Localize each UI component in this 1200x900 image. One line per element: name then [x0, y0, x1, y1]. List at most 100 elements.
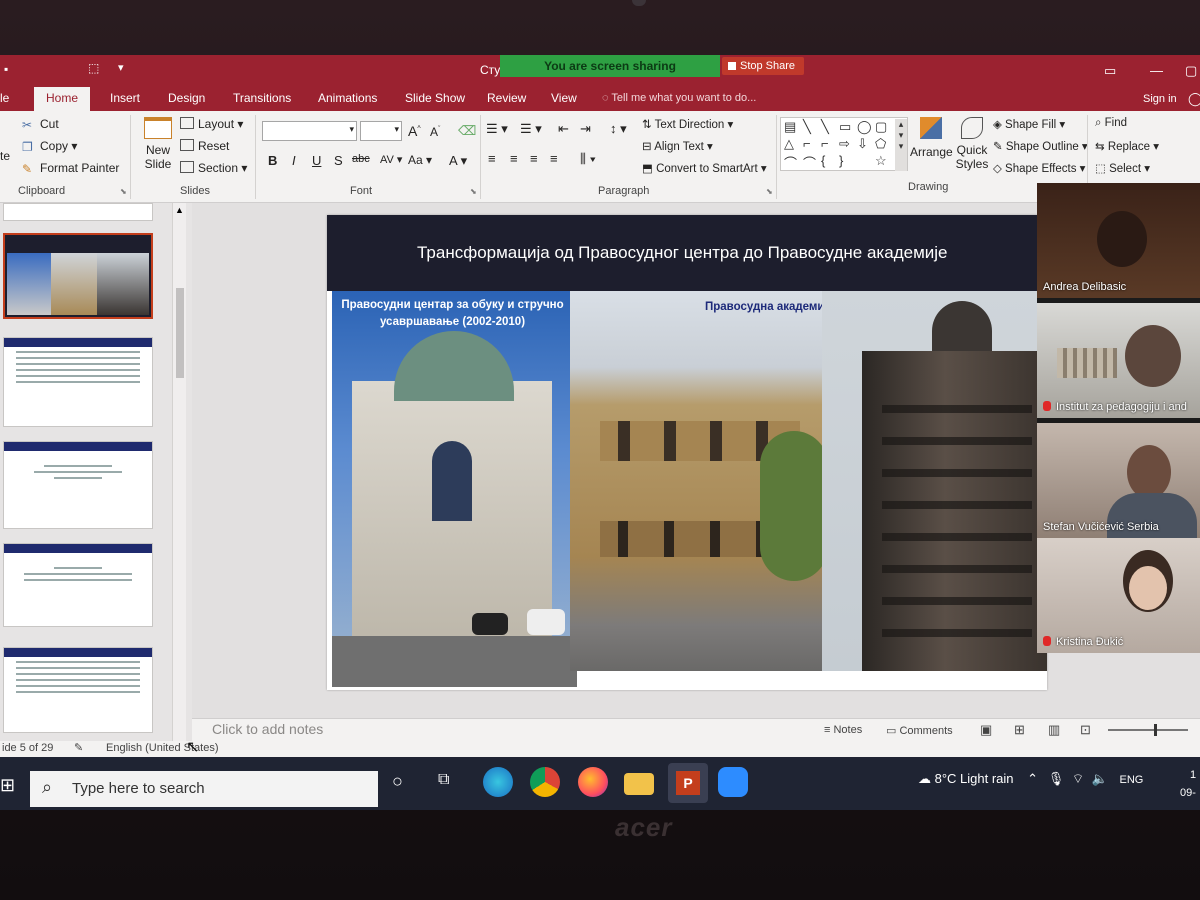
powerpoint-app-icon[interactable]: P — [668, 763, 708, 803]
participant-video-tile[interactable]: Stefan Vučićević Serbia — [1037, 423, 1200, 538]
columns-button[interactable]: ⫼ ▾ — [580, 151, 596, 167]
arrow-down-shape-icon[interactable]: ⇩ — [857, 136, 868, 152]
brace-shape-icon[interactable]: { — [821, 153, 825, 168]
tell-me-search[interactable]: ◌ Tell me what you want to do... — [602, 92, 756, 104]
rounded-rect-shape-icon[interactable]: ▢ — [875, 119, 887, 135]
strikethrough-button[interactable]: abc — [352, 153, 370, 165]
shrink-font-button[interactable]: Aˇ — [430, 125, 440, 139]
character-spacing-button[interactable]: AV ▾ — [380, 153, 402, 166]
line-shape-icon[interactable]: ╲ — [803, 119, 811, 135]
paste-label[interactable]: te — [0, 149, 10, 163]
language-indicator[interactable]: ENG — [1120, 774, 1144, 786]
cortana-icon[interactable]: ○ — [392, 771, 403, 792]
bold-button[interactable]: B — [268, 153, 277, 168]
font-color-button[interactable]: A ▾ — [449, 153, 467, 169]
tab-home[interactable]: Home — [34, 87, 91, 111]
underline-button[interactable]: U — [312, 153, 321, 168]
format-painter-button[interactable]: ✎ Format Painter — [22, 161, 119, 176]
arrow-right-shape-icon[interactable]: ⇨ — [839, 136, 850, 152]
weather-text[interactable]: 8°C Light rain — [935, 771, 1014, 786]
zoom-app-icon[interactable] — [718, 767, 748, 797]
gallery-scroll-icon[interactable]: ▴ ▾ ▾ — [895, 119, 907, 171]
network-icon[interactable]: ⌔ — [1072, 771, 1084, 786]
save-icon[interactable]: ⬚ — [88, 61, 99, 75]
find-button[interactable]: ⌕ Find — [1095, 117, 1127, 130]
text-direction-button[interactable]: ⇅ Text Direction ▾ — [642, 117, 733, 131]
judicial-academy-photo[interactable] — [570, 291, 828, 671]
quick-styles-button[interactable]: Quick Styles — [953, 117, 991, 171]
slide-thumbnail[interactable] — [3, 543, 153, 627]
font-launcher-icon[interactable]: ⬊ — [470, 187, 477, 196]
judicial-centre-photo[interactable]: Правосудни центар за обуку и стручно уса… — [332, 291, 577, 687]
justify-button[interactable]: ≡ — [550, 151, 558, 166]
volume-icon[interactable]: 🔈 — [1092, 771, 1108, 786]
slide-thumbnail[interactable] — [3, 441, 153, 529]
scrollbar-thumb[interactable] — [176, 288, 184, 378]
new-slide-button[interactable]: New Slide — [138, 117, 178, 179]
clipboard-launcher-icon[interactable]: ⬊ — [120, 187, 127, 196]
taskbar-search-box[interactable]: ⌕ Type here to search — [30, 771, 378, 807]
select-button[interactable]: ⬚ Select ▾ — [1095, 161, 1150, 175]
app-menu-icon[interactable]: ▪ — [4, 62, 8, 76]
tab-transitions[interactable]: Transitions — [233, 91, 291, 105]
align-text-button[interactable]: ⊟ Align Text ▾ — [642, 139, 713, 153]
slide-thumbnail[interactable] — [3, 647, 153, 733]
tab-insert[interactable]: Insert — [110, 91, 140, 105]
tab-file[interactable]: le — [0, 91, 9, 105]
notes-placeholder[interactable]: Click to add notes — [212, 721, 323, 737]
align-center-button[interactable]: ≡ — [510, 151, 518, 166]
line-spacing-button[interactable]: ↕ ▾ — [610, 121, 627, 137]
section-button[interactable]: Section ▾ — [180, 161, 247, 175]
academy-corner-building-photo[interactable] — [822, 291, 1047, 671]
shadow-button[interactable]: S — [334, 153, 343, 168]
scroll-up-icon[interactable]: ▲ — [175, 205, 184, 215]
comments-button[interactable]: ▭ Comments — [886, 724, 953, 737]
cut-button[interactable]: ✂ Cut — [22, 117, 59, 132]
reset-button[interactable]: Reset — [180, 139, 229, 153]
decrease-indent-button[interactable]: ⇤ — [558, 121, 569, 137]
shape-effects-button[interactable]: ◇ Shape Effects ▾ — [993, 161, 1085, 175]
zoom-slider-thumb[interactable] — [1154, 724, 1157, 736]
thumbnails-scrollbar[interactable]: ▲ — [172, 203, 186, 741]
restore-icon[interactable]: ▢ — [1185, 63, 1197, 79]
slideshow-icon[interactable]: ⊡ — [1080, 722, 1091, 738]
curve-shape-icon[interactable]: ⌒ — [784, 153, 797, 172]
edge-app-icon[interactable] — [483, 767, 513, 797]
zoom-slider[interactable] — [1108, 724, 1188, 736]
connector-shape-icon[interactable]: ⌐ — [821, 136, 829, 151]
caption-judicial-centre[interactable]: Правосудни центар за обуку и стручно уса… — [340, 297, 565, 331]
numbering-button[interactable]: ☰ ▾ — [520, 121, 542, 137]
tab-animations[interactable]: Animations — [318, 91, 377, 105]
participant-video-tile[interactable]: Andrea Delibasic — [1037, 183, 1200, 298]
spellcheck-icon[interactable]: ✎ — [74, 741, 83, 754]
weather-cloud-icon[interactable]: ☁ — [918, 771, 935, 786]
flowchart-shape-icon[interactable]: ⬠ — [875, 136, 886, 152]
line-shape-icon[interactable]: ╲ — [821, 119, 829, 135]
tab-slide-show[interactable]: Slide Show — [405, 91, 465, 105]
replace-button[interactable]: ⇆ Replace ▾ — [1095, 139, 1159, 153]
slide-thumbnail[interactable] — [3, 337, 153, 427]
align-left-button[interactable]: ≡ — [488, 151, 496, 166]
rectangle-shape-icon[interactable]: ▭ — [839, 119, 851, 135]
minimize-icon[interactable]: — — [1150, 63, 1163, 78]
firefox-app-icon[interactable] — [578, 767, 608, 797]
stop-share-button[interactable]: Stop Share — [722, 57, 804, 75]
triangle-shape-icon[interactable]: △ — [784, 136, 794, 152]
bullets-button[interactable]: ☰ ▾ — [486, 121, 508, 137]
chrome-app-icon[interactable] — [530, 767, 560, 797]
change-case-button[interactable]: Aa ▾ — [408, 153, 432, 167]
clock-date[interactable]: 09- — [1180, 787, 1196, 799]
arrange-button[interactable]: Arrange — [910, 117, 953, 159]
slide-title[interactable]: Трансформација од Правосудног центра до … — [417, 243, 947, 263]
current-slide[interactable]: Трансформација од Правосудног центра до … — [327, 215, 1047, 690]
shape-outline-button[interactable]: ✎ Shape Outline ▾ — [993, 139, 1088, 153]
slide-thumbnail[interactable] — [3, 203, 153, 221]
sign-in-link[interactable]: Sign in — [1143, 93, 1177, 105]
grow-font-button[interactable]: A^ — [408, 123, 421, 139]
clear-formatting-icon[interactable]: ⌫ — [458, 123, 476, 139]
textbox-shape-icon[interactable]: ▤ — [784, 119, 796, 135]
start-windows-icon[interactable]: ⊞ — [0, 775, 15, 796]
notes-button[interactable]: ≡ Notes — [824, 724, 862, 736]
participant-video-tile[interactable]: Institut za pedagogiju i and — [1037, 303, 1200, 418]
copy-button[interactable]: ❐ Copy ▾ — [22, 139, 77, 154]
